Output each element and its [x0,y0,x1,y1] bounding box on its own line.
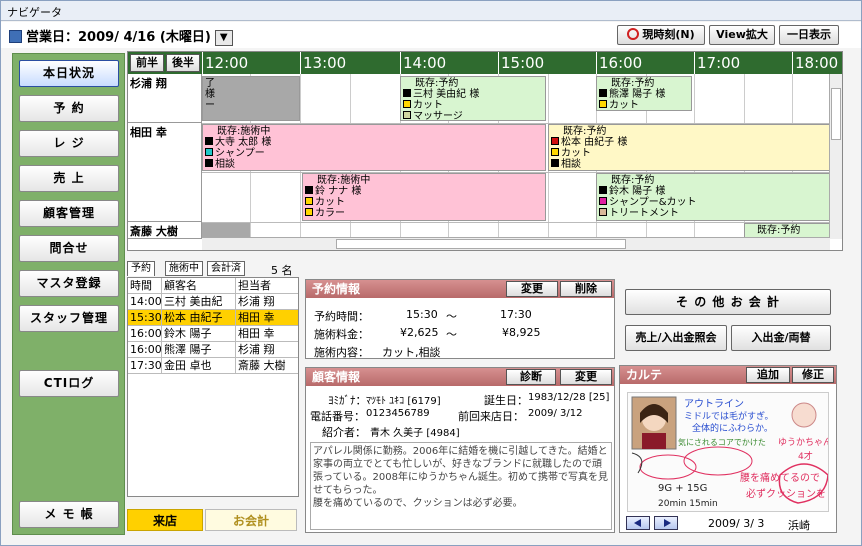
fee-label: 施術料金： [314,328,369,341]
karte-prev-button[interactable] [626,516,650,530]
clock-icon [627,28,640,40]
sidebar-item-customers[interactable]: 顧客管理 [19,200,119,227]
sidebar-item-register[interactable]: レ ジ [19,130,119,157]
sidebar-item-cti-log[interactable]: CTIログ [19,370,119,397]
other-checkout-button[interactable]: そ の 他 お 会 計 [625,289,831,315]
customer-change-button[interactable]: 変更 [560,369,612,385]
second-half-button[interactable]: 後半 [166,54,200,72]
table-row[interactable]: 14:00 三村 美由紀 杉浦 翔 [128,294,298,310]
view-zoom-button[interactable]: View拡大 [709,25,775,45]
content-label: 施術内容： [314,346,369,359]
tab-in-service[interactable]: 施術中 [165,261,203,276]
hour-label: 16:00 [596,52,694,74]
customer-count: 5 名 [271,264,293,277]
reservation-delete-button[interactable]: 削除 [560,281,612,297]
top-bar: 営業日：2009/ 4/16 (木曜日) ▼ 現時刻(N) View拡大 一日表示 [1,22,861,48]
staff-row-header: 斎藤 大樹 [128,222,202,239]
time-end: 17:30 [500,308,532,321]
appointment-block[interactable]: 既存:予約 熊澤 陽子 様 カット [596,76,692,111]
blocked-slot [202,223,250,238]
hour-label: 15:00 [498,52,596,74]
content-value: カット,相談 [382,346,441,359]
appointment-block[interactable]: 既存:予約 鈴木 陽子 様 シャンプー&カット トリートメント [596,173,830,221]
appointment-block[interactable]: 既存:予約 松本 由紀子 様 カット 相談 [548,124,830,171]
schedule-vertical-scrollbar[interactable] [829,74,842,239]
appointment-block[interactable]: 既存:予約 [744,223,830,238]
schedule-grid: 前半 後半 12:00 13:00 14:00 15:00 16:00 17:0… [127,51,843,251]
first-half-button[interactable]: 前半 [130,54,164,72]
tab-paid[interactable]: 会計済 [207,261,245,276]
checkout-button[interactable]: お会計 [205,509,297,531]
karte-next-button[interactable] [654,516,678,530]
visit-button[interactable]: 来店 [127,509,203,531]
business-day-value: 2009/ 4/16 (木曜日) [78,30,211,45]
karte-staff: 浜崎 [788,519,810,532]
appointment-block[interactable]: 既存:予約 三村 美由紀 様 カット マッサージ [400,76,546,121]
hour-label: 14:00 [400,52,498,74]
business-day: 営業日：2009/ 4/16 (木曜日) ▼ [9,26,233,46]
sidebar-item-sales[interactable]: 売 上 [19,165,119,192]
day-view-button[interactable]: 一日表示 [779,25,839,45]
reservation-change-button[interactable]: 変更 [506,281,558,297]
fee-min: ¥2,625 [400,326,439,339]
customer-info-panel: 顧客情報 診断 変更 ﾖﾐｶﾞﾅ： ﾏﾂﾓﾄ ﾕｷｺ [6179] 誕生日： 1… [305,367,615,533]
sidebar-item-master[interactable]: マスタ登録 [19,270,119,297]
table-header: 時間 顧客名 担当者 [128,278,298,294]
window-title: ナビゲータ [1,1,861,21]
appointment-block[interactable]: 既存:施術中 鈴 ナナ 様 カット カラー [302,173,546,221]
hour-label: 18:00 [792,52,842,74]
sales-inquiry-button[interactable]: 売上/入出金照会 [625,325,727,351]
staff-row-header: 杉浦 翔 [128,74,202,123]
table-row[interactable]: 16:00 熊澤 陽子 杉浦 翔 [128,342,298,358]
app-window: ナビゲータ 営業日：2009/ 4/16 (木曜日) ▼ 現時刻(N) View拡… [0,0,862,546]
reservation-table: 時間 顧客名 担当者 14:00 三村 美由紀 杉浦 翔 15:30 松本 由紀子 相田 幸… [127,277,299,497]
calendar-icon [9,30,22,43]
karte-date: 2009/ 3/ 3 [708,517,765,530]
hour-label: 13:00 [300,52,398,74]
tab-reserved[interactable]: 予約 [127,261,155,276]
sidebar-item-today-status[interactable]: 本日状況 [19,60,119,87]
karte-edit-button[interactable]: 修正 [792,367,834,383]
appointment-block[interactable]: 既存:施術中 大寺 太郎 様 シャンプー 相談 [202,124,546,171]
fee-max: ¥8,925 [502,326,541,339]
staff-row-header: 相田 幸 [128,123,202,222]
table-row[interactable]: 17:30 金田 卓也 斎藤 大樹 [128,358,298,374]
time-label: 予約時間： [314,310,369,323]
table-row-selected[interactable]: 15:30 松本 由紀子 相田 幸 [128,310,298,326]
hour-label: 12:00 [202,52,300,74]
table-row[interactable]: 16:00 鈴木 陽子 相田 幸 [128,326,298,342]
business-day-label: 営業日： [26,30,79,45]
reservation-list-panel: 予約 施術中 会計済 5 名 時間 顧客名 担当者 14:00 三村 美由紀 杉浦 翔 … [127,261,299,533]
karte-image: アウトライン ミドルでは毛がすぎ。 全体的にふわらか。 気にされるコアでかけた … [627,392,829,512]
sidebar-item-staff[interactable]: スタッフ管理 [19,305,119,332]
date-dropdown-button[interactable]: ▼ [214,30,233,46]
hour-label: 17:00 [694,52,792,74]
referrer: 青木 久美子 [4984] [370,428,460,439]
customer-memo[interactable]: アパレル関係に勤務。2006年に結婚を機に引越してきた。結婚と家事の両立でとても… [310,442,612,530]
time-start: 15:30 [406,308,438,321]
reservation-info-panel: 予約情報 変更 削除 予約時間： 15:30 ～ 17:30 施術料金： ¥2,… [305,279,615,359]
karte-panel: カルテ 追加 修正 アウトライン ミドルでは毛がすぎ。 全体的にふわらか。 気に… [619,365,837,533]
cash-exchange-button[interactable]: 入出金/両替 [731,325,831,351]
arrow-right-icon [664,519,671,527]
sidebar: 本日状況 予 約 レ ジ 売 上 顧客管理 問合せ マスタ登録 スタッフ管理 C… [12,53,125,535]
customer-phone: 0123456789 [366,408,430,419]
sidebar-item-memo[interactable]: メ モ 帳 [19,501,119,528]
sidebar-item-inquiry[interactable]: 問合せ [19,235,119,262]
arrow-left-icon [634,519,641,527]
sidebar-item-reservation[interactable]: 予 約 [19,95,119,122]
customer-birthday: 1983/12/28 [25] [528,392,610,403]
last-visit-date: 2009/ 3/12 [528,408,583,419]
customer-kana: ﾏﾂﾓﾄ ﾕｷｺ [6179] [366,396,441,407]
karte-add-button[interactable]: 追加 [746,367,790,383]
schedule-horizontal-scrollbar[interactable] [202,237,830,250]
diagnosis-button[interactable]: 診断 [506,369,556,385]
appointment-block[interactable]: 了様ー [202,76,300,121]
now-button[interactable]: 現時刻(N) [617,25,705,45]
